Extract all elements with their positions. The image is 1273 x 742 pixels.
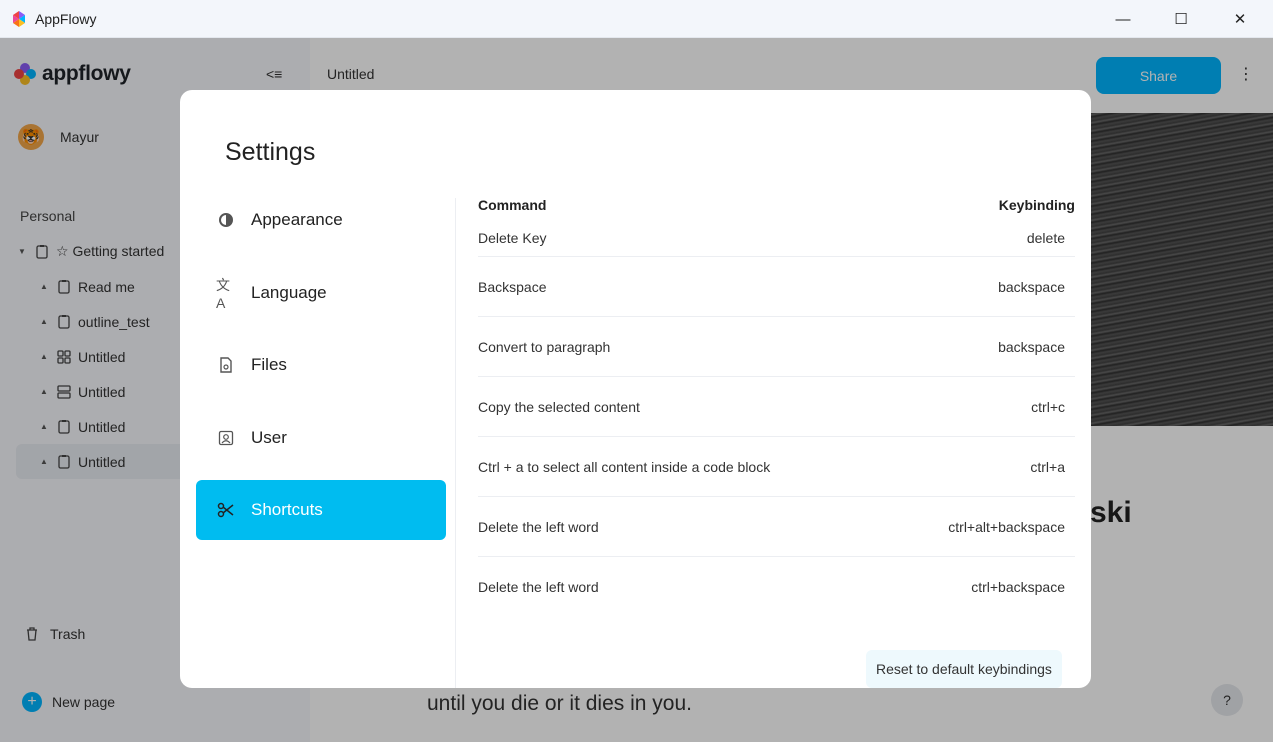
nav-label: Shortcuts: [251, 500, 323, 520]
column-header-command: Command: [478, 197, 547, 213]
close-button[interactable]: ✕: [1211, 0, 1269, 38]
keybinding-value[interactable]: backspace: [998, 339, 1065, 355]
maximize-button[interactable]: ☐: [1152, 0, 1210, 38]
command-label: Delete Key: [478, 229, 547, 246]
window-title: AppFlowy: [35, 11, 97, 27]
table-row[interactable]: Backspace backspace: [478, 257, 1075, 317]
keybinding-value[interactable]: delete: [1027, 230, 1065, 246]
command-label: Delete the left word: [478, 579, 599, 595]
settings-nav-files[interactable]: Files: [196, 335, 446, 395]
settings-nav-shortcuts[interactable]: Shortcuts: [196, 480, 446, 541]
settings-dialog: Settings Appearance 文A Language Files Us…: [180, 90, 1091, 688]
keybinding-value[interactable]: ctrl+a: [1030, 459, 1065, 475]
language-icon: 文A: [216, 276, 230, 311]
table-row[interactable]: Delete Key delete: [478, 219, 1075, 257]
column-header-keybinding: Keybinding: [998, 197, 1075, 213]
command-label: Copy the selected content: [478, 398, 640, 415]
keybinding-value[interactable]: ctrl+c: [1031, 399, 1065, 415]
window-titlebar: AppFlowy — ☐ ✕: [0, 0, 1273, 38]
files-icon: [216, 355, 236, 375]
table-row[interactable]: Convert to paragraph backspace: [478, 317, 1075, 377]
nav-label: User: [251, 427, 287, 447]
dialog-title: Settings: [225, 138, 316, 166]
table-row[interactable]: Copy the selected content ctrl+c: [478, 377, 1075, 437]
table-row[interactable]: Delete the left word ctrl+backspace: [478, 557, 1075, 617]
settings-nav-language[interactable]: 文A Language: [196, 263, 446, 323]
table-row[interactable]: Ctrl + a to select all content inside a …: [478, 437, 1075, 497]
nav-label: Files: [251, 355, 287, 375]
minimize-button[interactable]: —: [1094, 0, 1152, 38]
shortcuts-table: Command Keybinding Delete Key delete Bac…: [478, 197, 1075, 617]
reset-keybindings-button[interactable]: Reset to default keybindings: [866, 650, 1062, 688]
settings-nav-appearance[interactable]: Appearance: [196, 190, 446, 250]
settings-nav: Appearance 文A Language Files User Shortc…: [196, 190, 446, 553]
scissors-icon: [216, 500, 236, 520]
table-header: Command Keybinding: [478, 197, 1075, 219]
user-icon: [216, 428, 236, 448]
nav-label: Appearance: [251, 210, 343, 229]
keybinding-value[interactable]: ctrl+alt+backspace: [948, 519, 1065, 535]
table-row[interactable]: Delete the left word ctrl+alt+backspace: [478, 497, 1075, 557]
divider: [455, 198, 456, 688]
settings-nav-user[interactable]: User: [196, 408, 446, 468]
appearance-icon: [216, 210, 236, 230]
command-label: Ctrl + a to select all content inside a …: [478, 458, 771, 475]
keybinding-value[interactable]: backspace: [998, 279, 1065, 295]
shortcut-rows: Delete Key delete Backspace backspace Co…: [478, 219, 1075, 617]
command-label: Convert to paragraph: [478, 338, 611, 355]
nav-label: Language: [251, 282, 327, 302]
command-label: Backspace: [478, 278, 547, 295]
command-label: Delete the left word: [478, 518, 599, 535]
appflowy-logo-icon: [13, 11, 25, 27]
keybinding-value[interactable]: ctrl+backspace: [971, 579, 1065, 595]
